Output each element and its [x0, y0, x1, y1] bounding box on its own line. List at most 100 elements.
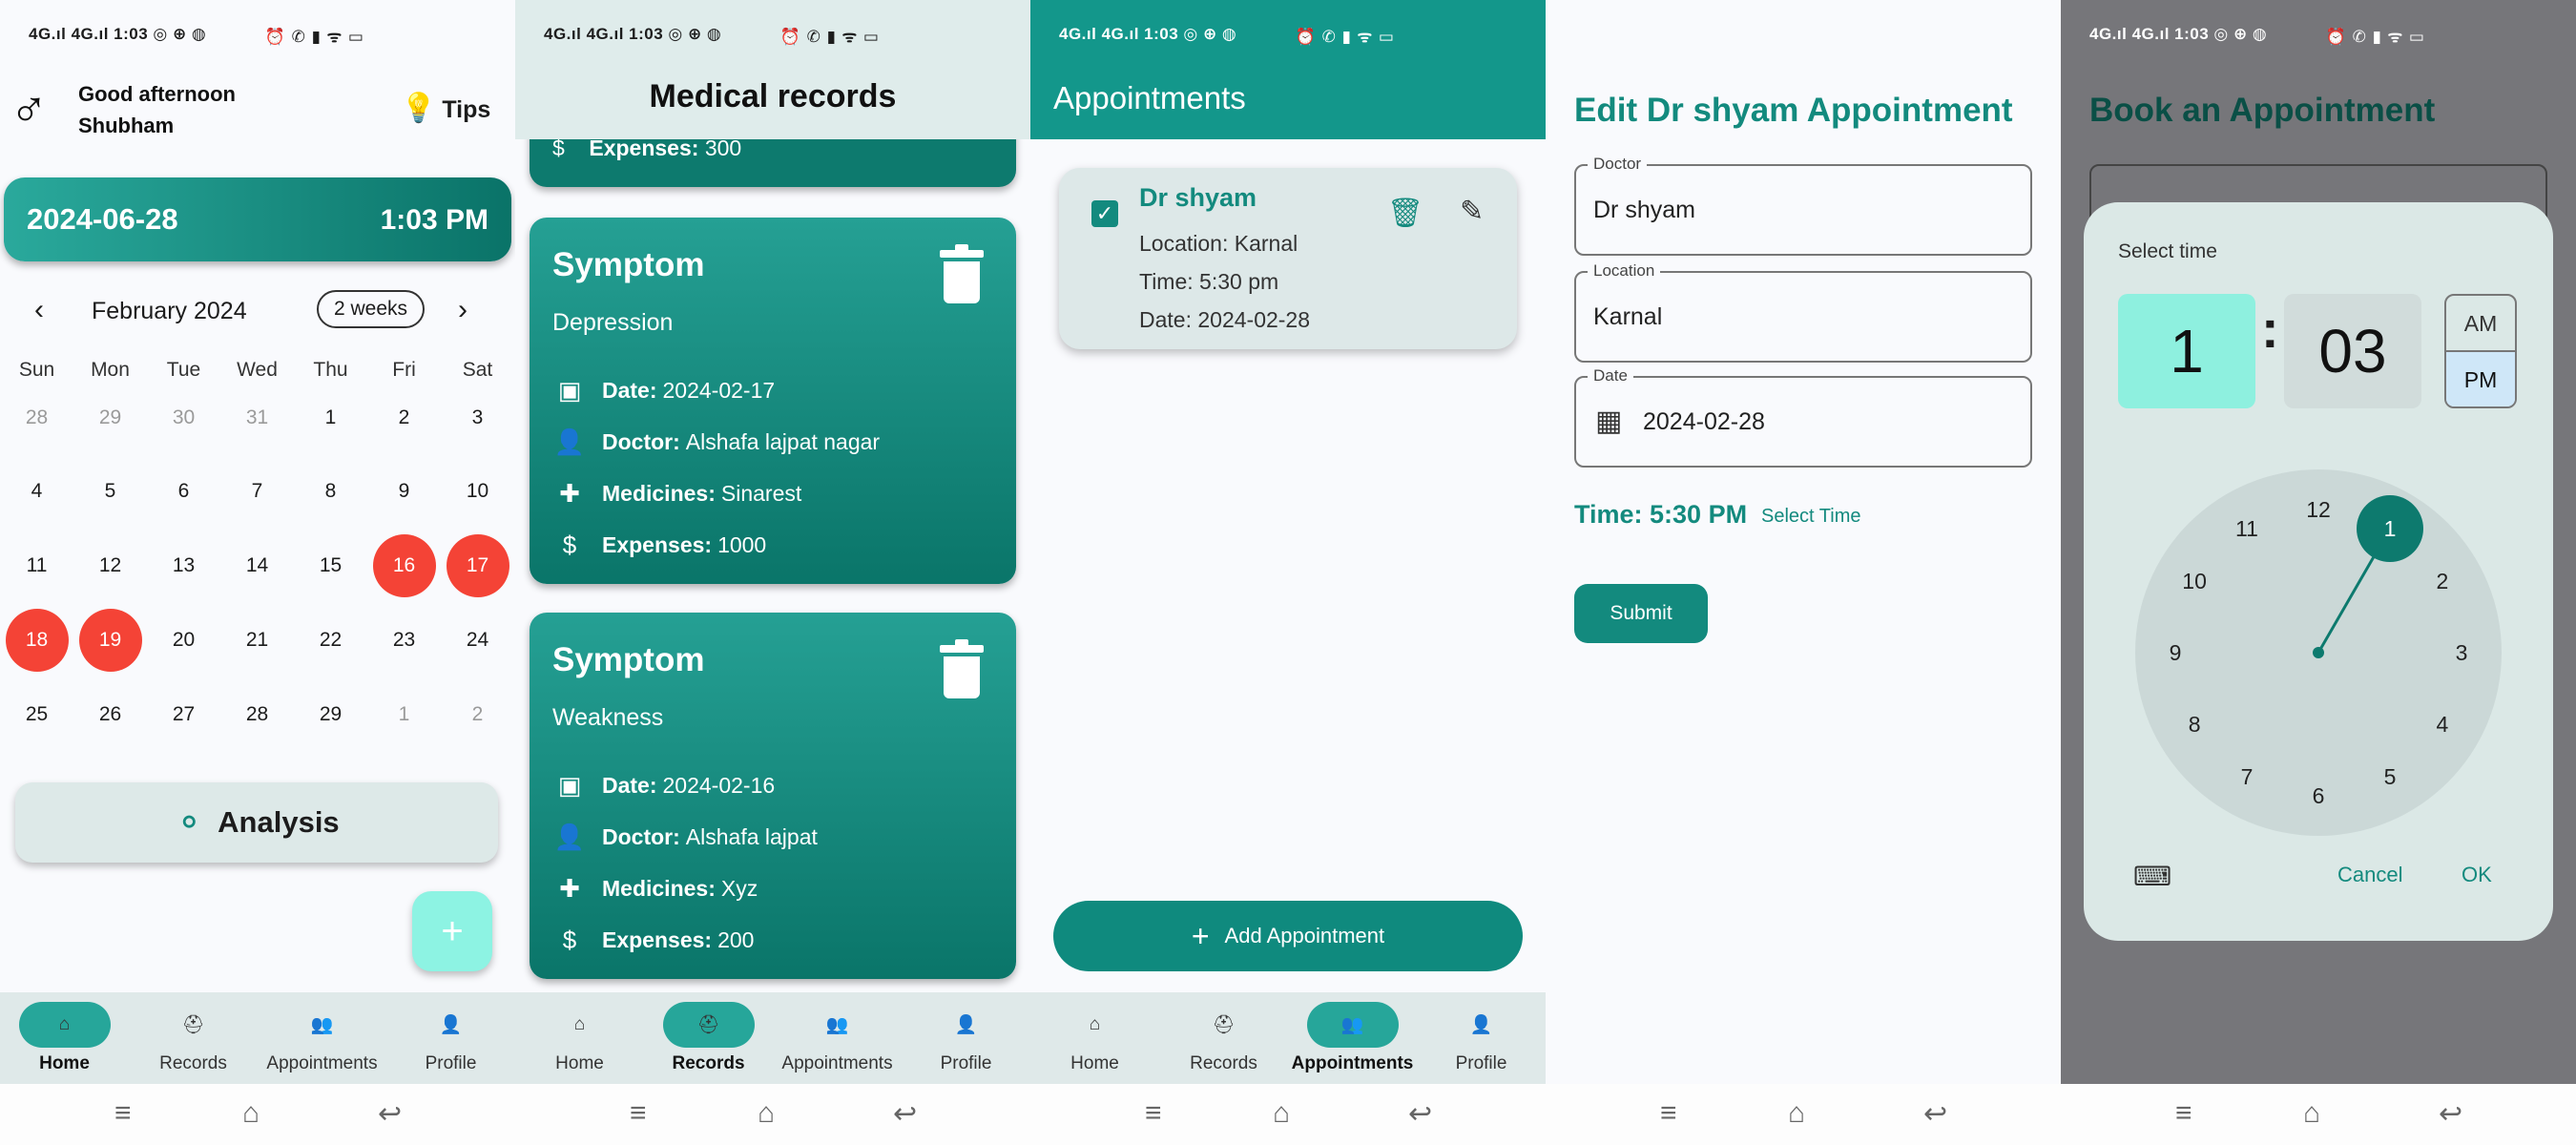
nav-profile[interactable]: 👤 Profile [902, 992, 1030, 1084]
calendar-icon[interactable]: ▦ [1595, 405, 1622, 438]
back-icon[interactable]: ↩ [378, 1097, 402, 1131]
calendar-day[interactable]: 21 [220, 609, 294, 672]
add-appointment-button[interactable]: + Add Appointment [1053, 901, 1523, 971]
clock-number[interactable]: 6 [2299, 783, 2337, 809]
location-field[interactable]: Location Karnal [1574, 261, 2032, 363]
pm-option[interactable]: PM [2446, 352, 2515, 406]
calendar-day[interactable]: 23 [367, 609, 441, 672]
submit-button[interactable]: Submit [1574, 584, 1708, 643]
calendar-day[interactable]: 28 [220, 683, 294, 746]
calendar-day[interactable]: 2 [367, 386, 441, 449]
clock-number[interactable]: 12 [2299, 497, 2337, 523]
home-outline-icon[interactable]: ⌂ [1273, 1097, 1290, 1130]
menu-icon[interactable]: ≡ [1660, 1097, 1677, 1130]
home-outline-icon[interactable]: ⌂ [1788, 1097, 1805, 1130]
clock-number[interactable]: 10 [2175, 569, 2213, 594]
back-icon[interactable]: ↩ [893, 1097, 917, 1131]
clock-number[interactable]: 4 [2423, 712, 2462, 738]
nav-appointments[interactable]: 👥 Appointments [773, 992, 902, 1084]
clock-number-selected[interactable]: 1 [2357, 495, 2423, 563]
calendar-day[interactable]: 6 [147, 460, 220, 523]
calendar-day[interactable]: 25 [0, 683, 73, 746]
calendar-day[interactable]: 12 [73, 534, 147, 597]
menu-icon[interactable]: ≡ [114, 1097, 132, 1130]
clock-number[interactable]: 7 [2228, 764, 2266, 790]
clock-number[interactable]: 8 [2175, 712, 2213, 738]
calendar-day[interactable]: 20 [147, 609, 220, 672]
calendar-day[interactable]: 9 [367, 460, 441, 523]
calendar-day[interactable]: 4 [0, 460, 73, 523]
appointment-card[interactable]: ✓ Dr shyam Location: Karnal Time: 5:30 p… [1059, 168, 1517, 349]
record-card[interactable]: Symptom Depression ▣ Date: 2024-02-17 👤 Doc… [530, 218, 1016, 584]
calendar-format-button[interactable]: 2 weeks [317, 290, 426, 328]
calendar-day[interactable]: 26 [73, 683, 147, 746]
checkbox-checked-icon[interactable]: ✓ [1091, 200, 1118, 227]
menu-icon[interactable]: ≡ [630, 1097, 647, 1130]
cancel-button[interactable]: Cancel [2337, 863, 2402, 887]
analysis-button[interactable]: ⚬ Analysis [15, 782, 498, 863]
calendar-day[interactable]: 13 [147, 534, 220, 597]
chevron-right-icon[interactable]: › [458, 294, 467, 326]
trash-icon[interactable] [940, 639, 984, 698]
date-field[interactable]: Date ▦ 2024-02-28 [1574, 366, 2032, 468]
chevron-left-icon[interactable]: ‹ [34, 294, 44, 326]
clock-number[interactable]: 2 [2423, 569, 2462, 594]
add-fab-button[interactable]: + [412, 891, 492, 971]
back-icon[interactable]: ↩ [1408, 1097, 1432, 1131]
tips-button[interactable]: 💡 Tips [401, 92, 490, 125]
menu-icon[interactable]: ≡ [2175, 1097, 2192, 1130]
back-icon[interactable]: ↩ [2439, 1097, 2462, 1131]
calendar-day[interactable]: 5 [73, 460, 147, 523]
minute-input[interactable]: 03 [2284, 294, 2421, 408]
nav-profile[interactable]: 👤 Profile [386, 992, 515, 1084]
calendar-day[interactable]: 7 [220, 460, 294, 523]
calendar-day[interactable]: 1 [367, 683, 441, 746]
calendar-day[interactable]: 2 [441, 683, 514, 746]
calendar-day[interactable]: 28 [0, 386, 73, 449]
calendar-day-highlighted[interactable]: 16 [367, 534, 441, 597]
calendar-day[interactable]: 14 [220, 534, 294, 597]
record-card[interactable]: Symptom Weakness ▣ Date: 2024-02-16 👤 Docto… [530, 613, 1016, 979]
calendar-day[interactable]: 30 [147, 386, 220, 449]
nav-records[interactable]: ⛑ Records [129, 992, 258, 1084]
nav-appointments[interactable]: 👥 Appointments [1288, 992, 1417, 1084]
home-outline-icon[interactable]: ⌂ [2303, 1097, 2320, 1130]
ok-button[interactable]: OK [2462, 863, 2492, 887]
nav-home[interactable]: ⌂ Home [515, 992, 644, 1084]
calendar-day-highlighted[interactable]: 19 [73, 609, 147, 672]
am-option[interactable]: AM [2446, 296, 2515, 352]
keyboard-icon[interactable]: ⌨ [2133, 861, 2171, 892]
calendar-day[interactable]: 1 [294, 386, 367, 449]
clock-number[interactable]: 9 [2156, 640, 2194, 666]
nav-home[interactable]: ⌂ Home [1030, 992, 1159, 1084]
trash-icon[interactable] [940, 244, 984, 303]
nav-profile[interactable]: 👤 Profile [1417, 992, 1546, 1084]
calendar-day[interactable]: 11 [0, 534, 73, 597]
calendar-day[interactable]: 24 [441, 609, 514, 672]
select-time-button[interactable]: Select Time [1761, 506, 1860, 528]
hour-input[interactable]: 1 [2118, 294, 2255, 408]
clock-number[interactable]: 11 [2228, 516, 2266, 542]
menu-icon[interactable]: ≡ [1145, 1097, 1162, 1130]
back-icon[interactable]: ↩ [1923, 1097, 1947, 1131]
calendar-day[interactable]: 10 [441, 460, 514, 523]
home-outline-icon[interactable]: ⌂ [758, 1097, 775, 1130]
calendar-day[interactable]: 27 [147, 683, 220, 746]
calendar-day[interactable]: 31 [220, 386, 294, 449]
nav-records[interactable]: ⛑ Records [1159, 992, 1288, 1084]
trash-icon[interactable]: 🗑 [1387, 197, 1423, 230]
nav-home[interactable]: ⌂ Home [0, 992, 129, 1084]
calendar-day-highlighted[interactable]: 18 [0, 609, 73, 672]
nav-appointments[interactable]: 👥 Appointments [258, 992, 386, 1084]
calendar-day[interactable]: 29 [73, 386, 147, 449]
calendar-day[interactable]: 8 [294, 460, 367, 523]
clock-number[interactable]: 3 [2442, 640, 2481, 666]
calendar-day[interactable]: 22 [294, 609, 367, 672]
pencil-icon[interactable]: ✎ [1460, 195, 1484, 228]
clock-number[interactable]: 5 [2371, 764, 2409, 790]
clock-dial[interactable]: 12 1 2 3 4 5 6 7 8 9 10 11 [2135, 469, 2502, 836]
calendar-day[interactable]: 15 [294, 534, 367, 597]
home-outline-icon[interactable]: ⌂ [242, 1097, 260, 1130]
doctor-field[interactable]: Doctor Dr shyam [1574, 155, 2032, 256]
calendar-day-highlighted[interactable]: 17 [441, 534, 514, 597]
